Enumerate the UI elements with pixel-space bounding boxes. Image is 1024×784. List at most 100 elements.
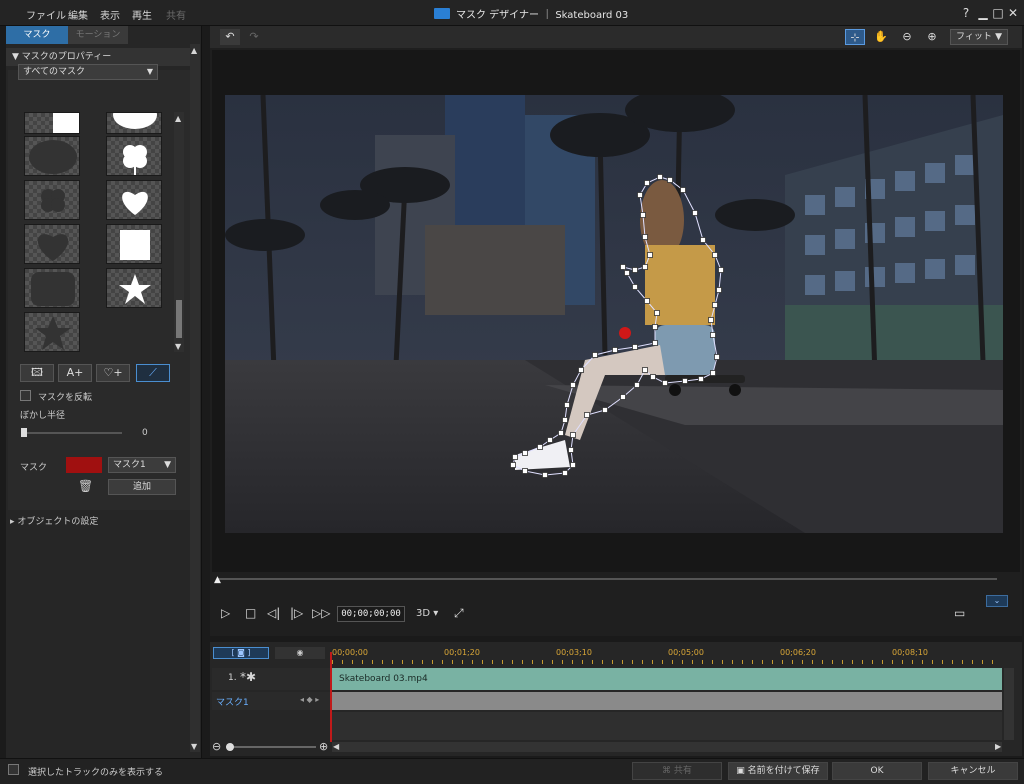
mask-control-point[interactable] (644, 298, 650, 304)
mask-control-point[interactable] (632, 284, 638, 290)
stop-icon[interactable]: □ (245, 606, 256, 620)
scroll-right-icon[interactable]: ▶ (995, 742, 1001, 751)
mask-control-point[interactable] (716, 287, 722, 293)
ok-button[interactable]: OK (832, 762, 922, 780)
menu-play[interactable]: 再生 (132, 7, 152, 22)
fullscreen-icon[interactable]: ⤢ (454, 606, 464, 621)
save-as-button[interactable]: ▣ 名前を付けて保存 (728, 762, 828, 780)
mask-control-point[interactable] (652, 324, 658, 330)
mask-control-point[interactable] (624, 270, 630, 276)
mask-control-point[interactable] (680, 187, 686, 193)
mask-control-point[interactable] (714, 354, 720, 360)
fast-forward-icon[interactable]: ▷▷ (312, 606, 330, 620)
mask-control-point[interactable] (562, 417, 568, 423)
timeline-hscroll[interactable] (332, 742, 1002, 752)
play-icon[interactable]: ▷ (221, 606, 230, 620)
prev-frame-icon[interactable]: ◁| (267, 606, 280, 620)
scroll-up-icon[interactable]: ▲ (175, 114, 181, 123)
mask-control-point[interactable] (570, 462, 576, 468)
undo-icon[interactable]: ↶ (220, 29, 240, 45)
mask-control-point[interactable] (570, 432, 576, 438)
video-clip[interactable]: Skateboard 03.mp4 (332, 668, 1002, 690)
mask-control-point[interactable] (650, 374, 656, 380)
mask-control-point[interactable] (510, 462, 516, 468)
invert-mask-checkbox[interactable] (20, 390, 31, 401)
mask-control-point[interactable] (698, 376, 704, 382)
mask-control-point[interactable] (718, 267, 724, 273)
mask-control-point[interactable] (512, 454, 518, 460)
tab-motion[interactable]: モーション (68, 26, 128, 44)
image-mask-button[interactable]: 🖾 (20, 364, 54, 382)
mask-control-point[interactable] (542, 472, 548, 478)
mask-control-point[interactable] (682, 378, 688, 384)
scrub-bar[interactable] (217, 578, 997, 580)
track-1-header[interactable]: 1. *✱ (212, 668, 330, 690)
mask-control-point[interactable] (640, 212, 646, 218)
mask-control-point[interactable] (657, 174, 663, 180)
mask-control-point[interactable] (547, 437, 553, 443)
menu-file[interactable]: ファイル (26, 7, 66, 22)
mask-control-point[interactable] (602, 407, 608, 413)
mask-control-point[interactable] (584, 412, 590, 418)
zoom-out-icon[interactable]: ⊖ (897, 29, 917, 45)
expand-panel-icon[interactable]: ⌄ (986, 595, 1008, 607)
mask-control-point[interactable] (632, 344, 638, 350)
zoom-out-icon[interactable]: ⊖ (212, 740, 221, 753)
mask-control-point[interactable] (620, 264, 626, 270)
keyframe-nav-icon[interactable]: ◂ ◆ ▸ (300, 695, 319, 704)
mask-track[interactable] (332, 692, 1002, 710)
hand-icon[interactable]: ✋ (871, 29, 891, 45)
mask-control-point[interactable] (632, 267, 638, 273)
mask-control-point[interactable] (700, 237, 706, 243)
left-panel-scrollbar[interactable] (190, 44, 200, 752)
safe-area-icon[interactable]: ▭ (954, 606, 965, 620)
mask-thumb-rect[interactable] (24, 112, 80, 134)
mask-control-point[interactable] (710, 370, 716, 376)
mask-thumb-heart-dark[interactable] (24, 224, 80, 264)
mask-control-point[interactable] (692, 210, 698, 216)
shape-mask-button[interactable]: ♡+ (96, 364, 130, 382)
mask-control-point[interactable] (558, 430, 564, 436)
add-mask-button[interactable]: 追加 (108, 479, 176, 495)
timecode-display[interactable]: 00;00;00;00 (337, 606, 405, 622)
mask-color-swatch[interactable] (66, 457, 102, 473)
scroll-up-icon[interactable]: ▲ (191, 46, 197, 55)
mask-control-point[interactable] (620, 394, 626, 400)
mask-control-point[interactable] (667, 177, 673, 183)
object-settings-header[interactable]: ▸ オブジェクトの設定 (10, 514, 98, 527)
mask-control-point[interactable] (712, 302, 718, 308)
mask-thumb-ellipse[interactable] (24, 136, 80, 176)
mask-thumb-circle[interactable] (106, 112, 162, 134)
mask-control-point[interactable] (522, 450, 528, 456)
maximize-button[interactable]: □ (991, 6, 1005, 20)
menu-edit[interactable]: 編集 (68, 7, 88, 22)
mask-control-point[interactable] (564, 402, 570, 408)
zoom-in-icon[interactable]: ⊕ (922, 29, 942, 45)
mask-control-point[interactable] (570, 382, 576, 388)
mask-thumb-rounded-rect[interactable] (24, 268, 80, 308)
scroll-left-icon[interactable]: ◀ (333, 742, 339, 751)
mask-control-point[interactable] (562, 470, 568, 476)
mask-control-point[interactable] (592, 352, 598, 358)
keyframe-view-toggle[interactable]: ◉ (275, 647, 325, 659)
next-frame-icon[interactable]: |▷ (290, 606, 303, 620)
blur-slider-track[interactable] (22, 432, 122, 434)
mask-control-point[interactable] (537, 444, 543, 450)
playhead-handle[interactable]: ▲ (214, 575, 221, 585)
text-mask-button[interactable]: A+ (58, 364, 92, 382)
video-preview[interactable] (225, 95, 1003, 533)
3d-mode-toggle[interactable]: 3D ▾ (416, 608, 438, 619)
mask-control-point[interactable] (662, 380, 668, 386)
show-selected-tracks-checkbox[interactable] (8, 764, 19, 775)
mask-control-point[interactable] (612, 347, 618, 353)
minimize-button[interactable]: ▁ (976, 6, 990, 20)
mask-control-point[interactable] (568, 447, 574, 453)
cancel-button[interactable]: キャンセル (928, 762, 1018, 780)
scroll-down-icon[interactable]: ▼ (191, 742, 197, 751)
mask-control-point[interactable] (708, 317, 714, 323)
mask-control-point[interactable] (634, 382, 640, 388)
mask-control-point[interactable] (710, 332, 716, 338)
mask-control-point[interactable] (654, 310, 660, 316)
mask-filter-select[interactable]: すべてのマスク ▼ (18, 64, 158, 80)
mask-control-point[interactable] (644, 180, 650, 186)
